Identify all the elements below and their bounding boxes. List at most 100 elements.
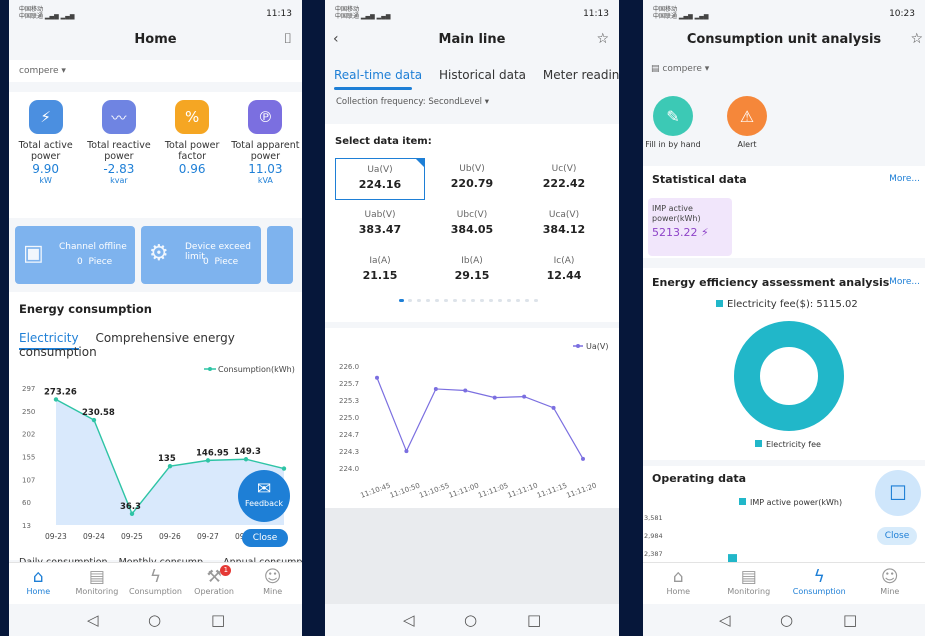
data-item-cell[interactable]: Ib(A) 29.15 [427,250,517,292]
recent-nav-icon[interactable]: □ [211,611,225,629]
tab-home[interactable]: ⌂ Home [643,563,714,604]
x-tick-label: 11:11:20 [565,482,597,500]
system-nav: ◁ ○ □ [9,604,302,636]
donut-slice [734,321,844,431]
close-button[interactable]: Close [877,527,917,545]
star-icon[interactable]: ☆ [596,31,609,47]
metric-card[interactable]: ⚡ Total active power 9.90 kW [9,100,82,185]
imp-power-card[interactable]: IMP active power(kWh) 5213.22 ⚡ [648,198,732,256]
metric-label: Total power factor [164,140,220,162]
home-nav-icon[interactable]: ○ [464,611,477,629]
tab-realtime[interactable]: Real-time data [334,68,422,82]
edit-icon: ✎ [653,96,693,136]
data-item-cell[interactable]: Uca(V) 384.12 [519,204,609,246]
bar-legend: IMP active power(kWh) [739,498,842,507]
stat-more-link[interactable]: More... [889,174,920,184]
data-label: 230.58 [82,408,115,418]
data-point [129,511,135,516]
home-nav-icon[interactable]: ○ [148,611,161,629]
channel-offline-card[interactable]: ▣ Channel offline 0 Piece [15,226,135,284]
data-tabs: Real-time data Historical data Meter rea… [334,68,619,82]
tab-home[interactable]: ⌂ Home [9,563,68,604]
card-title: Channel offline [59,242,127,252]
y-tick-label: 2,387 [644,550,663,558]
tab-operation[interactable]: ⚒ Operation 1 [185,563,244,604]
analysis-screen: 中国移动 中国联通 ▂▄▆ ▂▄▆ 10:23 Consumption unit … [643,0,925,636]
tab-mine[interactable]: ☺ Mine [243,563,302,604]
page-dot [525,299,529,302]
y-tick-label: 225.7 [339,380,359,388]
metric-value: 0.96 [178,162,206,176]
tab-monitoring[interactable]: ▤ Monitoring [714,563,785,604]
metric-card[interactable]: % Total power factor 0.96 [156,100,229,185]
data-item-cell[interactable]: Ua(V) 224.16 [335,158,425,200]
chat-button[interactable]: ☐ [875,470,921,516]
x-tick-label: 09-23 [45,532,67,541]
metric-value: 9.90 [32,162,59,176]
tab-monitoring[interactable]: ▤ Monitoring [68,563,127,604]
data-item-name: Ub(V) [459,164,485,174]
active-tab-indicator [334,87,412,90]
data-label: 149.3 [234,447,261,457]
recent-nav-icon[interactable]: □ [527,611,541,629]
home-nav-icon[interactable]: ○ [780,611,793,629]
y-tick-label: 297 [22,385,35,393]
frequency-select[interactable]: Collection frequency: SecondLevel ▾ [336,97,489,107]
metric-value: -2.83 [103,162,135,176]
status-time: 11:13 [583,9,609,19]
series-line [376,377,584,460]
y-tick-label: 13 [22,522,31,530]
imp-value: 5213.22 [652,226,698,239]
user-icon: ☺ [880,567,899,587]
recent-nav-icon[interactable]: □ [843,611,857,629]
alarm-cards: ▣ Channel offline 0 Piece ⚙ Device excee… [15,226,302,284]
data-item-value: 29.15 [454,269,490,282]
scan-icon[interactable]: ⌷ [284,31,292,47]
tab-historical[interactable]: Historical data [439,68,526,82]
close-button[interactable]: Close [242,529,288,547]
back-nav-icon[interactable]: ◁ [719,611,731,629]
select-title: Select data item: [335,136,432,147]
device-limit-card[interactable]: ⚙ Device exceed limit 0 Piece [141,226,261,284]
back-nav-icon[interactable]: ◁ [403,611,415,629]
x-tick-label: 11:10:45 [359,482,391,500]
y-tick-label: 225.3 [339,397,359,405]
metric-card[interactable]: ℗ Total apparent power 11.03 kVA [229,100,302,185]
y-tick-label: 202 [22,431,35,439]
legend-marker [208,367,212,371]
back-nav-icon[interactable]: ◁ [87,611,99,629]
data-item-cell[interactable]: Ub(V) 220.79 [427,158,517,200]
data-item-cell[interactable]: Ia(A) 21.15 [335,250,425,292]
data-item-value: 220.79 [450,177,494,190]
data-point [492,395,497,400]
imp-label: IMP active power(kWh) [652,204,701,223]
data-item-value: 222.42 [542,177,586,190]
main-line-screen: 中国移动 中国联通 ▂▄▆ ▂▄▆ 11:13 ‹ Main line ☆ Rea… [325,0,619,636]
efficiency-more-link[interactable]: More... [889,277,920,287]
tab-mine[interactable]: ☺ Mine [855,563,925,604]
tab-consumption[interactable]: ϟ Consumption [784,563,855,604]
x-tick-label: 11:11:00 [448,482,480,500]
y-tick-label: 155 [22,454,35,462]
data-item-cell[interactable]: Uc(V) 222.42 [519,158,609,200]
data-item-panel: Select data item: Ua(V) 224.16 Ub(V) 220.… [325,124,619,322]
title-bar: Consumption unit analysis ☆ [643,26,925,56]
metric-card[interactable]: 〰 Total reactive power -2.83 kvar [82,100,155,185]
data-item-cell[interactable]: Uab(V) 383.47 [335,204,425,246]
data-item-cell[interactable]: Ubc(V) 384.05 [427,204,517,246]
data-item-value: 12.44 [546,269,582,282]
more-card[interactable] [267,226,293,284]
feedback-button[interactable]: ✉ Feedback [238,470,290,522]
site-filter[interactable]: ▤ compere ▾ [651,64,709,74]
star-icon[interactable]: ☆ [910,31,923,47]
tab-meter-reading[interactable]: Meter reading data [543,68,619,82]
alert-button[interactable]: ⚠ Alert [717,96,777,149]
data-item-cell[interactable]: Ic(A) 12.44 [519,250,609,292]
voltage-chart: Ua(V) 226.0 225.7 225.3 225.0 224.7 224.3 224.0… [339,342,608,500]
alarm-icon: ⚠ [727,96,767,136]
data-point [167,463,173,469]
voltage-chart-panel: Ua(V) 226.0 225.7 225.3 225.0 224.7 224.3 224.0… [325,328,619,508]
fill-by-hand-button[interactable]: ✎ Fill in by hand [643,96,703,149]
tab-consumption[interactable]: ϟ Consumption [126,563,185,604]
site-filter[interactable]: compere ▾ [9,60,302,82]
